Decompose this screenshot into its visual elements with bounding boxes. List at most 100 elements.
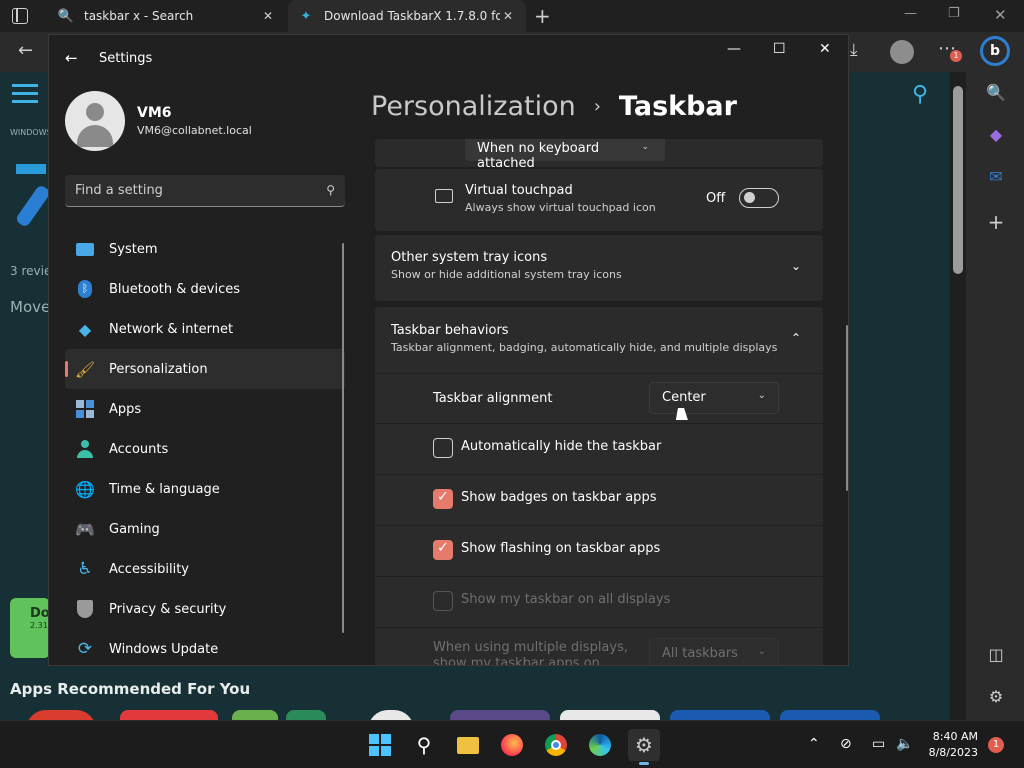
keyboard-card: When no keyboard attached ⌄: [375, 139, 823, 171]
content-scrollbar[interactable]: [846, 325, 848, 491]
alignment-dropdown[interactable]: Center ⌄: [649, 382, 779, 414]
breadcrumb-parent[interactable]: Personalization: [371, 91, 576, 122]
minimize-icon[interactable]: —: [904, 6, 917, 21]
tray-icons-row[interactable]: Other system tray icons Show or hide add…: [375, 235, 823, 301]
download-icon[interactable]: ⤓: [850, 40, 858, 60]
close-tab-icon[interactable]: ✕: [260, 9, 276, 23]
show-badges-checkbox[interactable]: [433, 489, 453, 509]
recommended-heading: Apps Recommended For You: [10, 680, 251, 698]
tab-download[interactable]: ✦ Download TaskbarX 1.7.8.0 for W ✕: [288, 0, 526, 32]
volume-icon[interactable]: 🔈: [896, 736, 913, 752]
all-displays-row: Show my taskbar on all displays: [375, 576, 823, 627]
chevron-right-icon: ›: [593, 96, 601, 117]
sidebar-item-accessibility[interactable]: ♿ Accessibility: [65, 549, 345, 589]
brush-icon: 🖌: [74, 359, 96, 379]
file-explorer-icon[interactable]: [452, 729, 484, 761]
download-button[interactable]: Do 2.31: [10, 598, 50, 658]
profile-email: VM6@collabnet.local: [137, 124, 252, 137]
sidebar-item-time-language[interactable]: 🌐 Time & language: [65, 469, 345, 509]
add-icon[interactable]: +: [984, 210, 1008, 234]
app-tile[interactable]: [560, 710, 660, 720]
app-tile[interactable]: [232, 710, 278, 720]
network-disabled-icon[interactable]: ⊘: [840, 736, 852, 752]
bluetooth-icon: ᛒ: [75, 279, 95, 299]
sidebar-item-windows-update[interactable]: ⟳ Windows Update: [65, 629, 345, 665]
search-input[interactable]: [75, 175, 305, 205]
virtual-touchpad-toggle[interactable]: [739, 188, 779, 208]
update-icon: ⟳: [77, 639, 93, 659]
page-scrollbar[interactable]: [950, 72, 966, 720]
show-flashing-row: Show flashing on taskbar apps: [375, 525, 823, 576]
search-icon[interactable]: ⚲: [326, 183, 335, 197]
avatar[interactable]: [65, 91, 125, 151]
show-badges-row: Show badges on taskbar apps: [375, 474, 823, 525]
edge-icon[interactable]: [584, 729, 616, 761]
taskbar-behaviors-header[interactable]: Taskbar behaviors Taskbar alignment, bad…: [375, 307, 823, 373]
chevron-up-icon[interactable]: ⌃: [808, 736, 820, 752]
sidebar-toggle-icon[interactable]: ◫: [984, 642, 1008, 666]
hamburger-menu-icon[interactable]: [12, 84, 38, 104]
sidebar-item-system[interactable]: System: [65, 229, 345, 269]
scrollbar-thumb[interactable]: [953, 86, 963, 274]
multi-display-row: When using multiple displays, show my ta…: [375, 627, 823, 665]
taskbar-alignment-row: Taskbar alignment Center ⌄: [375, 373, 823, 423]
start-button[interactable]: [364, 729, 396, 761]
auto-hide-row: Automatically hide the taskbar: [375, 423, 823, 474]
search-icon[interactable]: ⚲: [912, 82, 928, 107]
chevron-down-icon: ⌄: [757, 646, 766, 657]
sidebar-item-network[interactable]: ◆ Network & internet: [65, 309, 345, 349]
notification-badge[interactable]: 1: [988, 737, 1004, 753]
app-tile[interactable]: [450, 710, 550, 720]
sidebar-item-privacy[interactable]: Privacy & security: [65, 589, 345, 629]
sidebar-item-gaming[interactable]: 🎮 Gaming: [65, 509, 345, 549]
app-tile[interactable]: [26, 710, 96, 720]
restore-icon[interactable]: ❐: [948, 6, 960, 21]
multi-display-dropdown[interactable]: All taskbars ⌄: [649, 638, 779, 665]
search-icon[interactable]: 🔍: [984, 80, 1008, 104]
notification-badge: 1: [950, 50, 962, 62]
chevron-down-icon: ⌄: [791, 259, 802, 273]
keyboard-dropdown[interactable]: When no keyboard attached ⌄: [465, 139, 665, 171]
nav-scrollbar[interactable]: [342, 243, 344, 633]
sidebar-item-apps[interactable]: Apps: [65, 389, 345, 429]
app-tile[interactable]: [286, 710, 326, 720]
app-tile[interactable]: [780, 710, 880, 720]
chrome-icon[interactable]: [540, 729, 572, 761]
auto-hide-checkbox[interactable]: [433, 438, 453, 458]
sidebar-item-accounts[interactable]: Accounts: [65, 429, 345, 469]
app-tile[interactable]: [120, 710, 218, 720]
tab-actions-icon[interactable]: [12, 8, 28, 24]
bing-chat-icon[interactable]: b: [980, 36, 1010, 66]
taskbarx-icon: ✦: [300, 8, 312, 24]
display-icon[interactable]: ▭: [872, 736, 885, 752]
settings-window: ← Settings — ☐ ✕ VM6 VM6@collabnet.local…: [48, 34, 849, 666]
settings-gear-icon[interactable]: ⚙: [628, 729, 660, 765]
profile-name: VM6: [137, 105, 172, 121]
clock[interactable]: 8:40 AM 8/8/2023: [924, 729, 978, 761]
breadcrumb: Personalization › Taskbar: [371, 91, 737, 122]
back-arrow-icon[interactable]: ←: [65, 49, 78, 67]
app-tile[interactable]: [670, 710, 770, 720]
all-displays-checkbox[interactable]: [433, 591, 453, 611]
new-tab-button[interactable]: +: [534, 4, 551, 28]
sidebar-item-bluetooth[interactable]: ᛒ Bluetooth & devices: [65, 269, 345, 309]
globe-icon: 🌐: [75, 479, 95, 499]
search-icon[interactable]: ⚲: [408, 729, 440, 761]
chevron-down-icon: ⌄: [641, 142, 649, 152]
sidebar-item-personalization[interactable]: 🖌 Personalization: [65, 349, 345, 389]
show-flashing-checkbox[interactable]: [433, 540, 453, 560]
profile-avatar-icon[interactable]: [890, 40, 914, 64]
outlook-icon[interactable]: ✉: [984, 164, 1008, 188]
app-tile[interactable]: [368, 710, 414, 720]
maximize-icon[interactable]: ☐: [773, 41, 786, 57]
minimize-icon[interactable]: —: [727, 41, 741, 57]
gear-icon[interactable]: ⚙: [984, 684, 1008, 708]
close-icon[interactable]: ✕: [994, 6, 1007, 24]
close-tab-icon[interactable]: ✕: [500, 9, 516, 23]
copilot-icon[interactable]: ◆: [984, 122, 1008, 146]
close-icon[interactable]: ✕: [819, 41, 831, 57]
tab-search[interactable]: 🔍 taskbar x - Search ✕: [48, 0, 286, 32]
page-title: Taskbar: [618, 91, 737, 122]
firefox-icon[interactable]: [496, 729, 528, 761]
back-arrow-icon[interactable]: ←: [18, 40, 33, 61]
